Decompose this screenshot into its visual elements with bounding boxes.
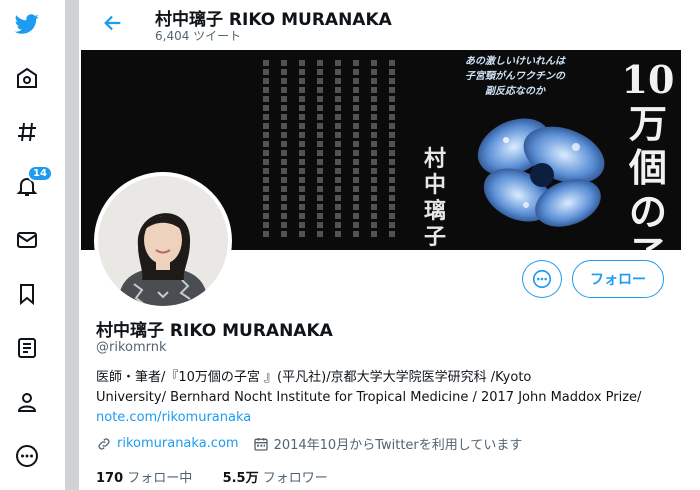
profile-handle: @rikomrnk — [96, 340, 167, 355]
left-nav: 14 — [0, 0, 62, 490]
ellipsis-icon — [532, 269, 552, 289]
follow-stats: 170 フォロー中 5.5万 フォロワー — [96, 467, 328, 486]
notification-count-badge: 14 — [27, 165, 53, 182]
banner-tagline: あの激しいけいれんは 子宮頸がんワクチンの 副反応なのか — [465, 56, 565, 97]
bio-line: University/ Bernhard Nocht Institute for… — [96, 390, 642, 405]
profile-header: 村中璃子 RIKO MURANAKA 6,404 ツイート — [80, 0, 700, 48]
profile-icon[interactable] — [9, 384, 45, 420]
website-link[interactable]: rikomuranaka.com — [117, 436, 239, 451]
joined-date: 2014年10月からTwitterを利用しています — [273, 438, 523, 453]
book-title: 10万個の子宮 — [621, 57, 675, 251]
blue-flower-image — [477, 118, 605, 227]
profile-meta: rikomuranaka.com 2014年10月からTwitterを利用してい… — [96, 434, 522, 453]
more-menu-icon[interactable] — [9, 438, 45, 474]
banner-vertical-text — [259, 60, 445, 240]
bio-link[interactable]: note.com/rikomuranaka — [96, 408, 676, 428]
bookmarks-icon[interactable] — [9, 276, 45, 312]
profile-name: 村中璃子 RIKO MURANAKA — [96, 321, 333, 341]
follow-button[interactable]: フォロー — [572, 260, 664, 298]
following-link[interactable]: 170 フォロー中 — [96, 471, 192, 486]
followers-link[interactable]: 5.5万 フォロワー — [223, 471, 328, 486]
scrollbar[interactable] — [65, 0, 79, 490]
banner-author-name: 村中璃子 — [423, 146, 446, 250]
calendar-icon — [253, 437, 268, 451]
tweet-count: 6,404 ツイート — [155, 29, 242, 43]
link-icon — [98, 437, 110, 450]
avatar[interactable] — [94, 172, 232, 310]
notifications-bell-icon[interactable]: 14 — [9, 165, 53, 204]
twitter-logo-icon[interactable] — [9, 6, 45, 42]
explore-hashtag-icon[interactable] — [9, 114, 45, 150]
back-arrow-icon[interactable] — [102, 12, 124, 34]
more-options-button[interactable] — [522, 260, 562, 298]
bio-line: 医師・筆者/『10万個の子宮 』(平凡社)/京都大学大学院医学研究科 /Kyot… — [96, 370, 532, 385]
home-icon[interactable] — [9, 60, 45, 96]
profile-bio: 医師・筆者/『10万個の子宮 』(平凡社)/京都大学大学院医学研究科 /Kyot… — [96, 368, 676, 428]
messages-mail-icon[interactable] — [9, 222, 45, 258]
lists-icon[interactable] — [9, 330, 45, 366]
